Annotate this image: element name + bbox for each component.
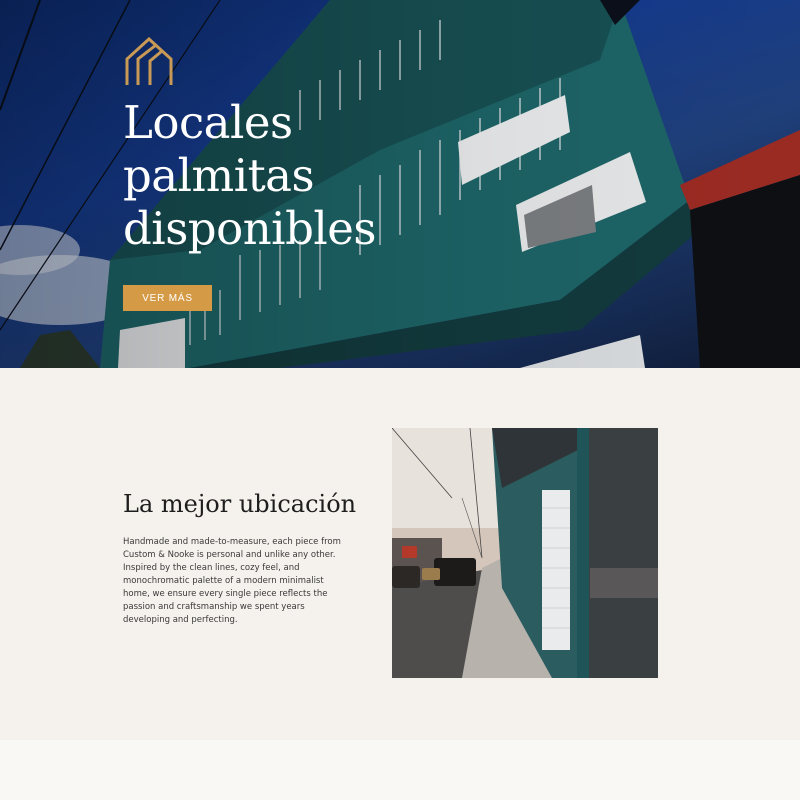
house-lines-logo-icon — [125, 37, 173, 85]
hero-title-line: Locales — [123, 96, 293, 149]
hero-title-line: disponibles — [123, 202, 377, 255]
hero-title-line: palmitas — [123, 149, 315, 202]
ver-mas-button[interactable]: VER MÁS — [123, 285, 212, 311]
footer-band — [0, 740, 800, 800]
section-body-text: Handmade and made-to-measure, each piece… — [123, 537, 341, 625]
hero-overlay — [0, 0, 800, 368]
section-heading: La mejor ubicación — [123, 490, 357, 518]
street-photo — [392, 428, 658, 678]
hero-title: Locales palmitas disponibles — [123, 96, 377, 255]
hero-section: Locales palmitas disponibles VER MÁS — [0, 0, 800, 368]
